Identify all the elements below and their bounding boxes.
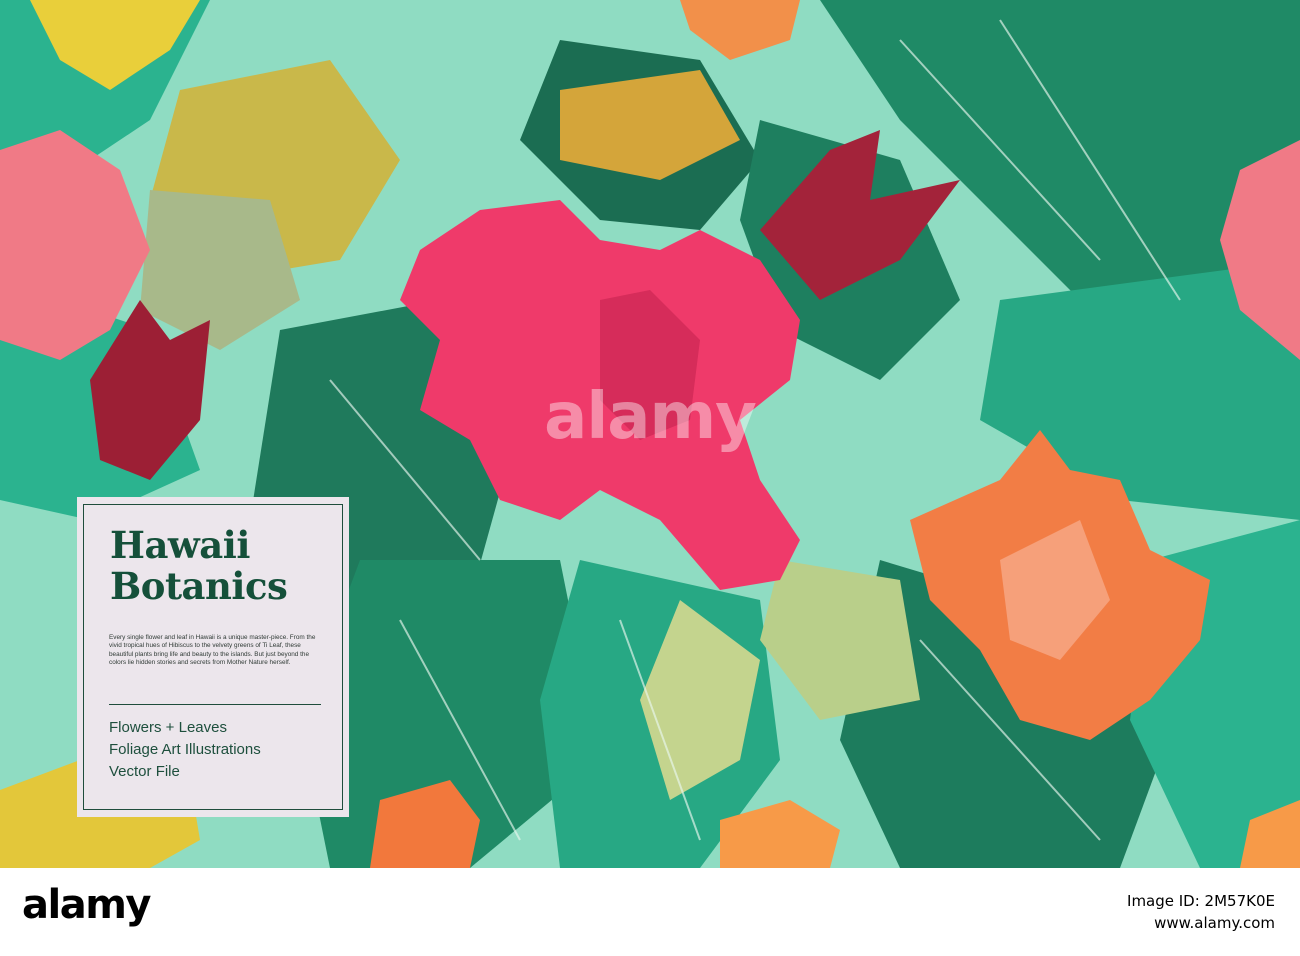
card-description: Every single flower and leaf in Hawaii i…	[109, 634, 316, 667]
card-title-line: Hawaii	[110, 523, 250, 567]
card-title: Hawaii Botanics	[110, 523, 288, 608]
footer-info: Image ID: 2M57K0E www.alamy.com	[1127, 890, 1275, 934]
footer-bar: alamy Image ID: 2M57K0E www.alamy.com	[0, 868, 1300, 956]
feature-item: Foliage Art Illustrations	[109, 741, 261, 758]
alamy-logo: alamy	[22, 882, 151, 928]
info-card: Hawaii Botanics Every single flower and …	[77, 497, 349, 817]
card-title-line: Botanics	[110, 564, 288, 608]
divider	[109, 704, 321, 705]
image-id: Image ID: 2M57K0E	[1127, 892, 1275, 910]
feature-item: Vector File	[109, 763, 180, 780]
feature-list: Flowers + Leaves Foliage Art Illustratio…	[109, 717, 261, 783]
site-url: www.alamy.com	[1154, 914, 1275, 932]
feature-item: Flowers + Leaves	[109, 719, 227, 736]
